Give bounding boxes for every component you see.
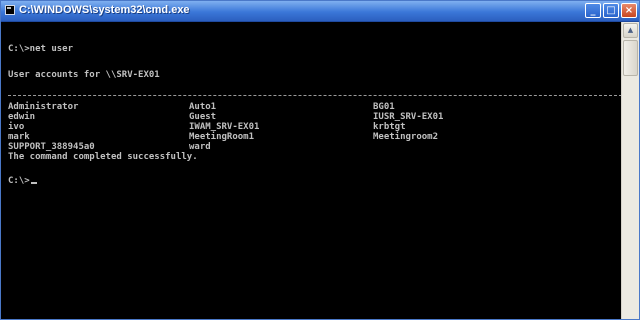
separator-line [8,95,622,97]
maximize-button[interactable]: □ [603,3,619,18]
account-entry: SUPPORT_388945a0 [8,142,95,152]
account-entry: krbtgt [373,122,406,132]
account-entry: IUSR_SRV-EX01 [373,112,444,122]
account-entry: Auto1 [189,102,217,112]
window-title: C:\WINDOWS\system32\cmd.exe [19,4,190,16]
account-entry: Meetingroom2 [373,132,439,142]
account-entry: ward [189,142,211,152]
close-button[interactable]: × [621,3,637,18]
scroll-up-arrow-icon[interactable]: ▲ [623,23,638,38]
cmd-window: C:\WINDOWS\system32\cmd.exe _ □ × C:\>ne… [0,0,640,320]
account-entry: Administrator [8,102,79,112]
vertical-scrollbar[interactable]: ▲ [621,22,639,319]
accounts-header: User accounts for \\SRV-EX01 [8,70,160,80]
current-prompt[interactable]: C:\> [8,176,37,186]
account-entry: edwin [8,112,36,122]
console-output[interactable]: C:\>net user User accounts for \\SRV-EX0… [1,22,623,319]
window-controls: _ □ × [585,3,637,19]
minimize-button[interactable]: _ [585,3,601,18]
title-bar[interactable]: C:\WINDOWS\system32\cmd.exe _ □ × [1,1,639,22]
account-entry: Guest [189,112,217,122]
prompt-text: C:\> [8,176,30,186]
scroll-thumb[interactable] [623,40,638,76]
account-entry: IWAM_SRV-EX01 [189,122,260,132]
account-entry: mark [8,132,30,142]
account-entry: BG01 [373,102,395,112]
account-entry: ivo [8,122,25,132]
completion-message: The command completed successfully. [8,152,198,162]
cmd-icon [5,5,15,15]
command-line: C:\>net user [8,44,74,54]
text-cursor [30,182,37,184]
account-entry: MeetingRoom1 [189,132,255,142]
